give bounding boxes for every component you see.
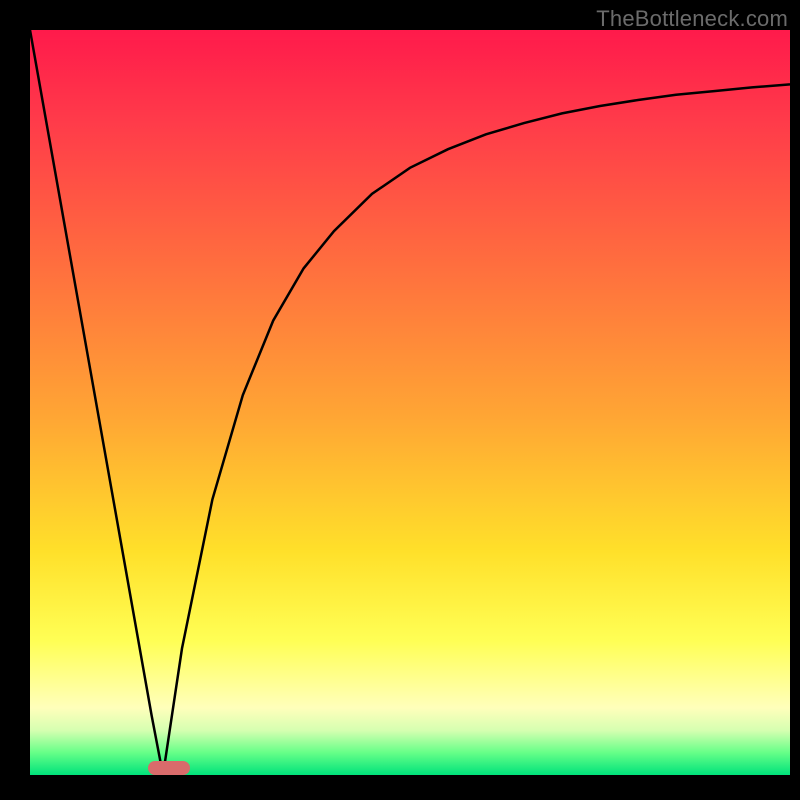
right-curve-line	[163, 84, 790, 775]
plot-area	[30, 30, 790, 775]
chart-frame: TheBottleneck.com	[0, 0, 800, 800]
watermark-text: TheBottleneck.com	[596, 6, 788, 32]
left-leg-line	[30, 30, 163, 775]
curve-layer	[30, 30, 790, 775]
bottleneck-marker	[148, 761, 190, 775]
